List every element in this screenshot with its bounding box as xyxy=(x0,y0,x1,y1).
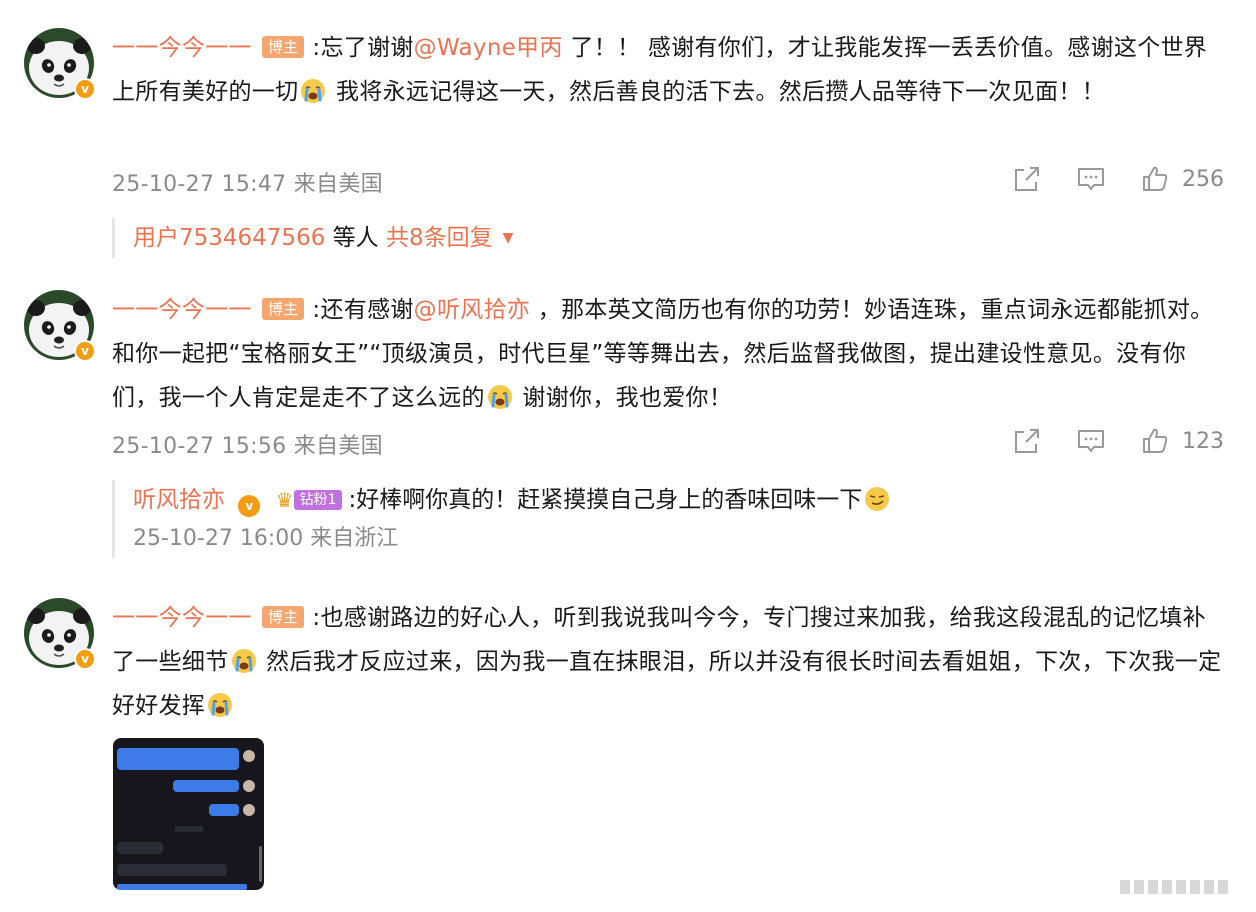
mention-link[interactable]: @听风拾亦 xyxy=(414,297,531,323)
author-tag: 博主 xyxy=(261,606,305,628)
comment-icon xyxy=(1076,426,1106,456)
comment-icon xyxy=(1076,164,1106,194)
action-bar: 123 xyxy=(1012,426,1224,456)
reply-item: 听风拾亦 v ♛ 钻粉1:好棒啊你真的！赶紧摸摸自己身上的香味回味一下 25-10… xyxy=(112,480,1225,558)
comment-meta: 25-10-27 15:47 来自美国 xyxy=(112,172,383,197)
reply-username[interactable]: 听风拾亦 xyxy=(133,487,225,513)
reply-username[interactable]: 用户7534647566 xyxy=(133,225,325,251)
comment-body: 谢谢你，我也爱你！ xyxy=(514,385,733,411)
avatar[interactable]: v xyxy=(24,28,96,100)
reply-body: :好棒啊你真的！赶紧摸摸自己身上的香味回味一下 xyxy=(348,487,863,513)
like-count: 123 xyxy=(1182,428,1224,454)
like-button[interactable]: 256 xyxy=(1140,164,1224,194)
view-replies-link[interactable]: 共8条回复 xyxy=(386,225,493,251)
comment-meta: 25-10-27 15:56 来自美国 xyxy=(112,434,383,459)
username-link[interactable]: 一一今今一一 xyxy=(112,605,252,631)
author-tag: 博主 xyxy=(261,298,305,320)
comment-button[interactable] xyxy=(1076,164,1106,194)
username-link[interactable]: 一一今今一一 xyxy=(112,35,252,61)
chat-screenshot-thumbnail xyxy=(117,748,262,890)
comment-text: 一一今今一一 博主:还有感谢@听风拾亦 ，那本英文简历也有你的功劳！妙语连珠，重点… xyxy=(112,288,1222,420)
caret-down-icon: ▼ xyxy=(502,230,514,246)
comment-body: 然后我才反应过来，因为我一直在抹眼泪，所以并没有很长时间去看姐姐，下次，下次我一… xyxy=(112,649,1222,719)
reply-meta: 25-10-27 16:00 来自浙江 xyxy=(133,526,399,551)
share-icon xyxy=(1012,426,1042,456)
author-tag: 博主 xyxy=(261,36,305,58)
replies-and-text: 等人 xyxy=(325,225,386,251)
action-bar: 256 xyxy=(1012,164,1224,194)
comment-button[interactable] xyxy=(1076,426,1106,456)
watermark-logo-icon xyxy=(1120,876,1240,902)
like-button[interactable]: 123 xyxy=(1140,426,1224,456)
comment-body: :忘了谢谢 xyxy=(312,35,414,61)
comment-body: 我将永远记得这一天，然后善良的活下去。然后攒人品等待下一次见面！！ xyxy=(328,79,1105,105)
share-icon xyxy=(1012,164,1042,194)
crown-icon: ♛ xyxy=(275,488,294,512)
like-count: 256 xyxy=(1182,166,1224,192)
crying-emoji-icon xyxy=(231,648,257,674)
share-button[interactable] xyxy=(1012,426,1042,456)
comment-text: 一一今今一一 博主:忘了谢谢@Wayne甲丙 了！！ 感谢有你们，才让我能发挥一丢… xyxy=(112,26,1222,114)
crying-emoji-icon xyxy=(207,692,233,718)
username-link[interactable]: 一一今今一一 xyxy=(112,297,252,323)
verified-badge-icon: v xyxy=(74,78,96,100)
attached-image[interactable] xyxy=(113,738,264,890)
fan-badge: 钻粉1 xyxy=(293,490,343,510)
comment-body: :还有感谢 xyxy=(312,297,414,323)
verified-badge-icon: v xyxy=(74,648,96,670)
verified-badge-icon: v xyxy=(238,495,261,517)
comment-text: 一一今今一一 博主:也感谢路边的好心人，听到我说我叫今今，专门搜过来加我，给我这段… xyxy=(112,596,1222,728)
avatar[interactable]: v xyxy=(24,598,96,670)
like-icon xyxy=(1140,164,1170,194)
avatar[interactable]: v xyxy=(24,290,96,362)
mention-link[interactable]: @Wayne甲丙 xyxy=(414,35,563,61)
verified-badge-icon: v xyxy=(74,340,96,362)
crying-emoji-icon xyxy=(300,78,326,104)
like-icon xyxy=(1140,426,1170,456)
replies-summary[interactable]: 用户7534647566 等人 共8条回复 ▼ xyxy=(112,218,1225,258)
share-button[interactable] xyxy=(1012,164,1042,194)
crying-emoji-icon xyxy=(487,384,513,410)
smirk-emoji-icon xyxy=(864,486,890,512)
